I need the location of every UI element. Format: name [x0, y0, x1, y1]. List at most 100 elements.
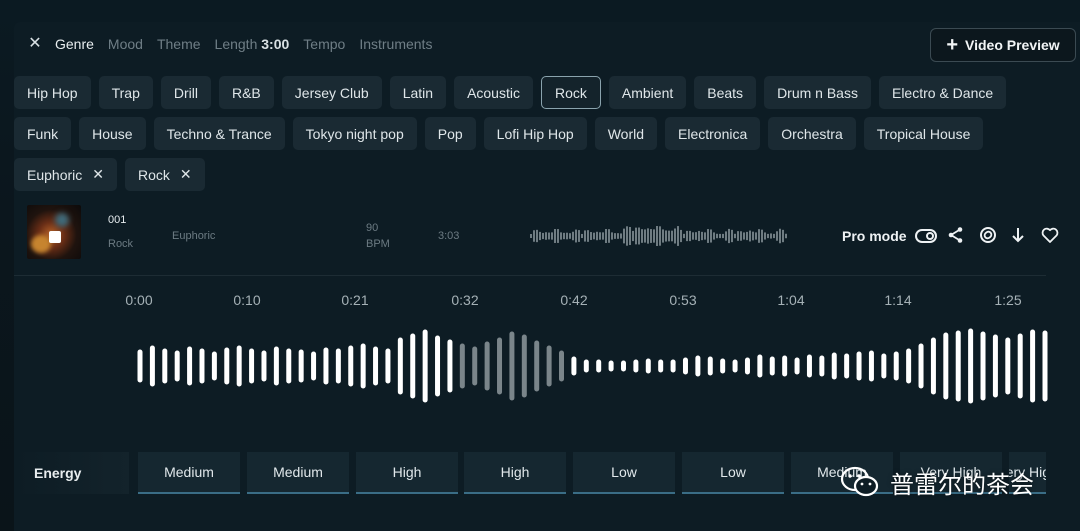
watermark-text: 普雷尔的茶会: [890, 470, 1034, 499]
track-cover[interactable]: [27, 205, 81, 259]
watermark: 普雷尔的茶会: [840, 462, 1034, 502]
toggle-icon: [914, 229, 937, 243]
video-preview-label: Video Preview: [965, 37, 1060, 53]
genre-chip-jersey-club[interactable]: Jersey Club: [281, 76, 382, 109]
genre-chip-drill[interactable]: Drill: [160, 76, 211, 109]
chip-label: Drum n Bass: [777, 84, 858, 101]
chip-label: Rock: [554, 84, 587, 101]
timeline-tick: 0:00: [125, 292, 153, 308]
timeline-tick: 0:21: [341, 292, 369, 308]
chip-label: Orchestra: [781, 125, 843, 142]
remove-icon[interactable]: ✕: [92, 166, 104, 183]
chip-label: Rock: [138, 166, 170, 183]
genre-chip-tropical-house[interactable]: Tropical House: [863, 117, 984, 150]
tab-instruments[interactable]: Instruments: [359, 36, 432, 52]
genre-chip-world[interactable]: World: [594, 117, 658, 150]
genre-chip-hip-hop[interactable]: Hip Hop: [14, 76, 91, 109]
timeline-tick: 1:04: [777, 292, 805, 308]
genre-chip-beats[interactable]: Beats: [694, 76, 757, 109]
chip-label: World: [607, 125, 645, 142]
chip-label: Trap: [111, 84, 140, 101]
tab-genre[interactable]: Genre: [55, 36, 94, 52]
genre-chip-ambient[interactable]: Ambient: [608, 76, 687, 109]
tab-length[interactable]: Length 3:00: [215, 36, 290, 52]
chip-label: Lofi Hip Hop: [496, 125, 574, 142]
chip-label: Hip Hop: [27, 84, 78, 101]
track-genre: Rock: [108, 238, 134, 250]
pro-mode-label: Pro mode: [842, 228, 907, 244]
active-filter-row: Euphoric ✕ Rock ✕: [14, 158, 205, 191]
genre-row-2: Funk House Techno & Trance Tokyo night pop P…: [14, 117, 984, 150]
filter-bar: ✕ Genre Mood Theme Length 3:00 Tempo Ins…: [14, 22, 1080, 68]
chip-label: Techno & Trance: [166, 125, 272, 142]
timeline-tick: 0:10: [233, 292, 261, 308]
mini-waveform[interactable]: [529, 222, 789, 250]
download-icon[interactable]: [1008, 225, 1028, 245]
tab-mood[interactable]: Mood: [108, 36, 143, 52]
remove-icon[interactable]: ✕: [180, 166, 192, 183]
track-mood: Euphoric: [172, 230, 216, 242]
chip-label: Euphoric: [27, 166, 83, 183]
close-icon[interactable]: ✕: [26, 35, 44, 53]
wechat-logo-icon: [840, 466, 879, 497]
video-preview-button[interactable]: + Video Preview: [930, 28, 1076, 62]
genre-chip-techno-trance[interactable]: Techno & Trance: [153, 117, 285, 150]
main-waveform[interactable]: [130, 325, 1050, 407]
timeline-tick: 0:32: [451, 292, 479, 308]
energy-segment[interactable]: High: [464, 452, 566, 494]
link-icon[interactable]: [978, 225, 998, 245]
genre-chip-funk[interactable]: Funk: [14, 117, 72, 150]
genre-chip-latin[interactable]: Latin: [389, 76, 447, 109]
genre-chip-pop[interactable]: Pop: [424, 117, 476, 150]
chip-label: Tropical House: [876, 125, 971, 142]
timeline-tick: 0:42: [560, 292, 588, 308]
active-filter-rock[interactable]: Rock ✕: [125, 158, 205, 191]
genre-chip-acoustic[interactable]: Acoustic: [454, 76, 533, 109]
energy-segment[interactable]: Low: [682, 452, 784, 494]
filter-tabs: Genre Mood Theme Length 3:00 Tempo Instr…: [55, 36, 432, 52]
tab-theme[interactable]: Theme: [157, 36, 201, 52]
track-length: 3:03: [438, 230, 460, 242]
energy-segment[interactable]: Low: [573, 452, 675, 494]
chip-label: Electro & Dance: [891, 84, 994, 101]
stop-icon[interactable]: [49, 231, 61, 243]
energy-label: Energy: [14, 452, 129, 494]
tab-length-value: 3:00: [261, 36, 290, 52]
chip-label: Beats: [707, 84, 744, 101]
timeline-tick: 1:25: [994, 292, 1022, 308]
active-filter-euphoric[interactable]: Euphoric ✕: [14, 158, 117, 191]
share-icon[interactable]: [946, 225, 966, 245]
tab-length-label: Length: [214, 36, 258, 52]
genre-chip-electro-dance[interactable]: Electro & Dance: [878, 76, 1007, 109]
chip-label: Pop: [437, 125, 463, 142]
chip-label: Ambient: [621, 84, 674, 101]
chip-label: Latin: [402, 84, 434, 101]
chip-label: Acoustic: [467, 84, 520, 101]
genre-chip-drum-n-bass[interactable]: Drum n Bass: [764, 76, 871, 109]
chip-label: Tokyo night pop: [305, 125, 404, 142]
timeline-tick: 1:14: [884, 292, 912, 308]
genre-chip-orchestra[interactable]: Orchestra: [768, 117, 856, 150]
chip-label: Drill: [173, 84, 198, 101]
chip-label: Funk: [27, 125, 59, 142]
genre-chip-electronica[interactable]: Electronica: [665, 117, 761, 150]
energy-segment[interactable]: Medium: [138, 452, 240, 494]
track-row[interactable]: 001 Rock Euphoric 90 BPM 3:03 Pro mode: [14, 198, 1059, 276]
energy-segment[interactable]: Medium: [247, 452, 349, 494]
genre-chip-rock[interactable]: Rock: [540, 76, 601, 109]
track-id: 001: [108, 214, 127, 226]
genre-chip-lofi-hip-hop[interactable]: Lofi Hip Hop: [483, 117, 587, 150]
heart-icon[interactable]: [1040, 225, 1060, 245]
tab-tempo[interactable]: Tempo: [303, 36, 345, 52]
chip-label: House: [92, 125, 133, 142]
genre-chip-house[interactable]: House: [79, 117, 146, 150]
energy-segment[interactable]: High: [356, 452, 458, 494]
timeline-tick: 0:53: [669, 292, 697, 308]
genre-chip-r-b[interactable]: R&B: [218, 76, 274, 109]
chip-label: Jersey Club: [294, 84, 369, 101]
genre-chip-trap[interactable]: Trap: [98, 76, 153, 109]
track-bpm-unit: BPM: [366, 238, 390, 250]
pro-mode-toggle[interactable]: Pro mode: [842, 228, 937, 244]
genre-chip-tokyo-night-pop[interactable]: Tokyo night pop: [292, 117, 417, 150]
chip-label: Electronica: [678, 125, 748, 142]
